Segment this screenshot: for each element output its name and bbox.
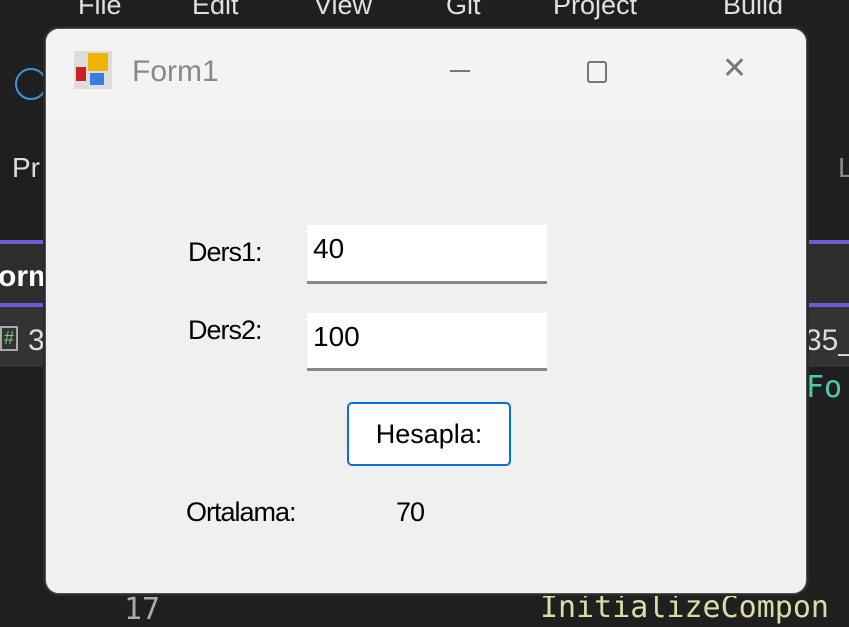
title-bar: Form1 ✕: [46, 29, 806, 119]
csharp-icon: #: [0, 326, 19, 351]
ders2-input[interactable]: 100: [307, 313, 547, 371]
ders1-input[interactable]: 40: [307, 225, 547, 284]
minimize-icon[interactable]: [450, 70, 470, 72]
menu-file[interactable]: File: [78, 0, 122, 21]
app-icon: [74, 51, 112, 89]
close-icon[interactable]: ✕: [722, 51, 747, 86]
toolbar-partial-text: Pr: [12, 152, 40, 183]
menu-git[interactable]: Git: [446, 0, 481, 21]
ortalama-label: Ortalama:: [186, 497, 297, 527]
code-line: InitializeCompon: [540, 590, 829, 625]
hesapla-button[interactable]: Hesapla:: [347, 402, 511, 466]
ders1-label: Ders1:: [188, 237, 263, 267]
menu-build[interactable]: Build: [723, 0, 783, 21]
menu-project[interactable]: Project: [553, 0, 637, 21]
nav-partial-left: 3: [28, 324, 45, 357]
menu-edit[interactable]: Edit: [192, 0, 239, 21]
code-partial-right: Fo: [806, 370, 843, 405]
ders2-label: Ders2:: [188, 315, 263, 345]
back-icon[interactable]: [15, 68, 47, 100]
nav-partial-right: 35_: [805, 324, 849, 357]
ortalama-value: 70: [396, 497, 425, 527]
maximize-icon[interactable]: [587, 61, 607, 83]
window-title: Form1: [132, 55, 219, 88]
toolbar-partial-right: L: [838, 152, 849, 183]
form1-window: Form1 ✕ Ders1: 40 Ders2: 100 Hesapla: Or…: [45, 28, 807, 594]
menu-view[interactable]: View: [314, 0, 372, 21]
line-number: 17: [124, 592, 161, 627]
